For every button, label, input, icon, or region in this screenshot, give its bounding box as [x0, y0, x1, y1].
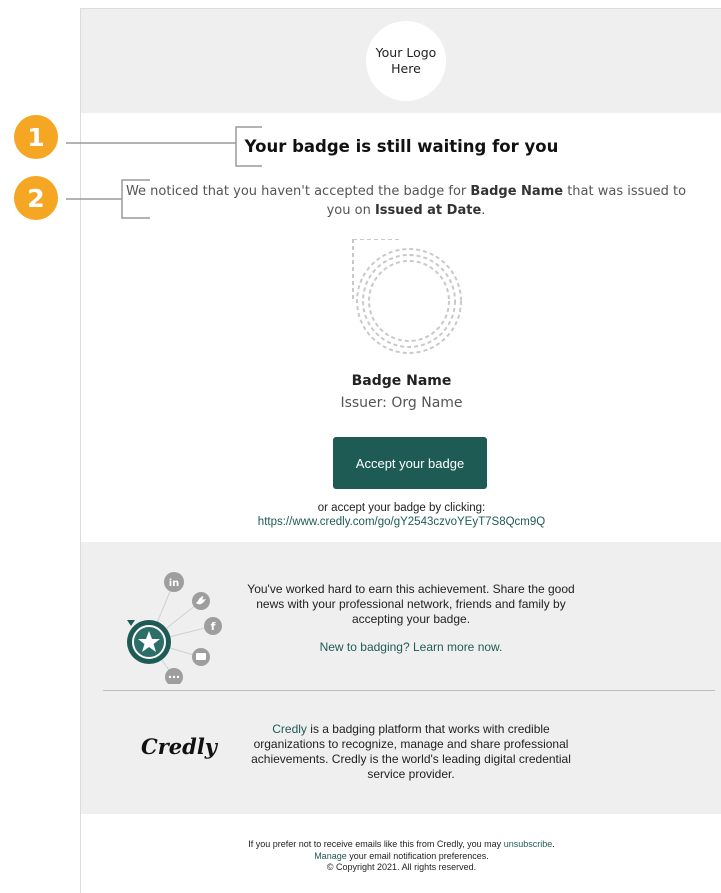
footer-line-unsubscribe: If you prefer not to receive emails like… — [81, 839, 721, 851]
email-body: Your Logo Here Your badge is still waiti… — [80, 8, 721, 893]
share-network-graphic: in f — [127, 572, 222, 684]
more-icon — [165, 668, 183, 684]
badge-placeholder-icon — [352, 239, 462, 354]
badge-accept-link[interactable]: https://www.credly.com/go/gY2543czvoYEyT… — [81, 516, 721, 528]
linkedin-icon: in — [164, 572, 184, 592]
notice-badge-name: Badge Name — [470, 184, 564, 199]
learn-more-link[interactable]: New to badging? Learn more now. — [241, 640, 581, 654]
notice-text: We noticed that you haven't accepted the… — [121, 182, 691, 220]
footer-line-manage: Manage your email notification preferenc… — [81, 851, 721, 863]
credly-description: Credly is a badging platform that works … — [241, 722, 581, 782]
unsubscribe-link[interactable]: unsubscribe — [504, 839, 553, 849]
copyright-text: © Copyright 2021. All rights reserved. — [326, 862, 477, 872]
facebook-icon: f — [204, 617, 222, 635]
badge-star-icon — [127, 620, 171, 664]
manage-preferences-link[interactable]: Manage — [314, 851, 347, 861]
accept-badge-button[interactable]: Accept your badge — [333, 437, 487, 489]
share-section: in f You've worked hard to earn this ach… — [81, 542, 721, 814]
email-footer: If you prefer not to receive emails like… — [81, 839, 721, 874]
twitter-icon — [192, 592, 210, 610]
svg-text:in: in — [169, 578, 180, 589]
annotation-marker-2: 2 — [14, 176, 58, 220]
email-header: Your Logo Here — [81, 9, 721, 113]
email-icon — [192, 648, 210, 666]
badge-issuer: Issuer: Org Name — [340, 395, 463, 411]
notice-prefix: We noticed that you haven't accepted the… — [125, 184, 471, 199]
svg-text:f: f — [211, 620, 216, 633]
footer-unsubscribe-suffix: . — [552, 839, 555, 849]
badge-name: Badge Name — [351, 373, 452, 389]
share-description: You've worked hard to earn this achievem… — [247, 582, 575, 626]
footer-unsubscribe-prefix: If you prefer not to receive emails like… — [248, 839, 504, 849]
annotation-marker-1: 1 — [14, 115, 58, 159]
alternate-accept-text: or accept your badge by clicking: — [317, 502, 486, 514]
notice-suffix: . — [481, 203, 486, 218]
credly-logo: Credly — [141, 734, 218, 759]
credly-link[interactable]: Credly — [272, 722, 307, 736]
footer-manage-text: your email notification preferences. — [346, 850, 489, 861]
email-title: Your badge is still waiting for you — [244, 137, 559, 156]
section-divider — [103, 690, 715, 691]
notice-date: Issued at Date — [374, 203, 482, 218]
logo-placeholder: Your Logo Here — [366, 21, 446, 101]
